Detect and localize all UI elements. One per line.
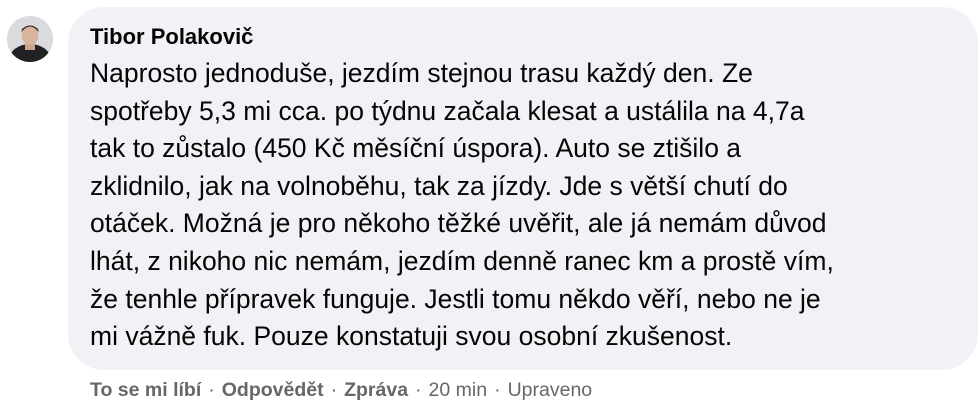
like-button[interactable]: To se mi líbí <box>90 379 201 401</box>
reply-button[interactable]: Odpovědět <box>222 379 324 401</box>
comment-actions: To se mi líbí · Odpovědět · Zpráva · 20 min · Up… <box>90 376 592 404</box>
edited-label[interactable]: Upraveno <box>508 379 593 401</box>
comment-author-name[interactable]: Tibor Polakovič <box>90 23 954 51</box>
comment-timestamp[interactable]: 20 min <box>429 379 488 401</box>
message-button[interactable]: Zpráva <box>344 379 408 401</box>
comment-text-line: Naprosto jednoduše, jezdím stejnou trasu… <box>90 58 753 88</box>
comment-text-line: otáček. Možná je pro někoho těžké uvěřit… <box>90 208 827 239</box>
separator-dot: · <box>415 379 422 401</box>
comment-text: Naprosto jednoduše, jezdím stejnou trasu… <box>90 55 954 356</box>
comment-text-line: že tenhle přípravek funguje. Jestli tomu… <box>90 283 821 314</box>
comment-text-line: mi vážně fuk. Pouze konstatuji svou osob… <box>90 321 733 352</box>
separator-dot: · <box>494 379 501 401</box>
comment-text-line: lhát, z nikoho nic nemám, jezdím denně r… <box>90 245 834 276</box>
separator-dot: · <box>330 379 338 401</box>
comment-text-line: spotřeby 5,3 mi cca. po týdnu začala kle… <box>90 95 805 126</box>
author-avatar[interactable] <box>7 16 53 62</box>
comment-text-line: zklidnilo, jak na volnoběhu, tak za jízd… <box>90 170 788 201</box>
profile-photo-icon <box>7 16 53 62</box>
separator-dot: · <box>208 379 215 401</box>
comment-bubble: Tibor Polakovič Naprosto jednoduše, jezd… <box>68 7 978 370</box>
comment-text-line: tak to zůstalo (450 Kč měsíční úspora). … <box>90 133 742 164</box>
